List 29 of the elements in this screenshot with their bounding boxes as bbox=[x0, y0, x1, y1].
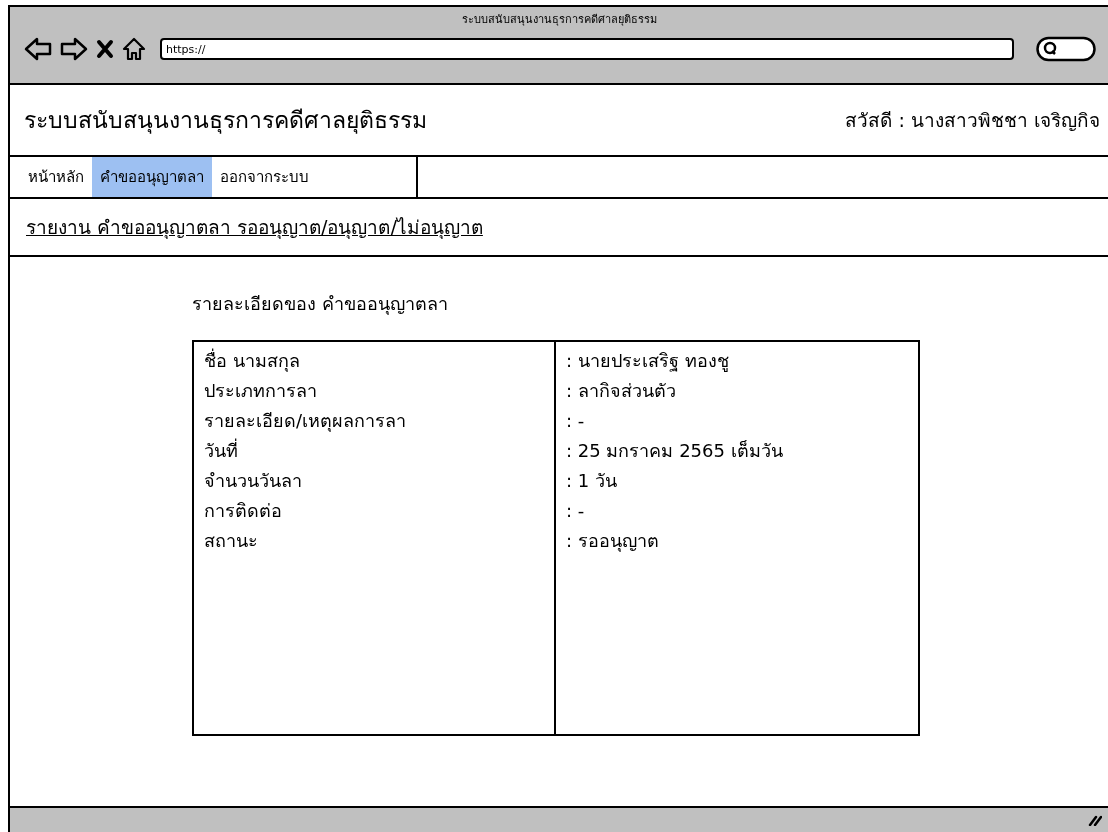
search-icon[interactable] bbox=[1036, 36, 1096, 62]
field-value: : รออนุญาต bbox=[566, 529, 660, 554]
section-heading: รายละเอียดของ คำขออนุญาตลา bbox=[192, 292, 449, 317]
field-label: ชื่อ นามสกุล bbox=[204, 347, 301, 374]
field-value: : นายประเสริฐ ทองชู bbox=[566, 349, 730, 374]
window-title: ระบบสนับสนุนงานธุรการคดีศาลยุติธรรม bbox=[461, 12, 657, 28]
resize-grip-icon[interactable] bbox=[1088, 814, 1102, 826]
field-value: : ลากิจส่วนตัว bbox=[566, 379, 677, 403]
url-field[interactable]: https:// bbox=[160, 38, 1014, 60]
field-value: : 1 วัน bbox=[566, 469, 618, 493]
site-title: ระบบสนับสนุนงานธุรการคดีศาลยุติธรรม bbox=[24, 106, 427, 136]
field-label: รายละเอียด/เหตุผลการลา bbox=[204, 409, 408, 434]
home-icon[interactable] bbox=[122, 37, 146, 61]
field-label: สถานะ bbox=[204, 529, 259, 553]
field-label: ประเภทการลา bbox=[204, 379, 318, 403]
greeting-text: สวัสดี : นางสาวพิชชา เจริญกิจ bbox=[845, 108, 1100, 133]
field-label: วันที่ bbox=[204, 437, 239, 463]
back-arrow-icon[interactable] bbox=[24, 37, 52, 61]
close-icon[interactable] bbox=[96, 39, 114, 59]
nav-tab[interactable]: ออกจากระบบ bbox=[212, 157, 317, 197]
field-value: : - bbox=[566, 499, 586, 523]
field-label: จำนวนวันลา bbox=[204, 469, 303, 493]
nav-tab[interactable]: คำขออนุญาตลา bbox=[92, 157, 212, 197]
report-link[interactable]: รายงาน คำขออนุญาตลา รออนุญาต/อนุญาต/ไม่อนุญาต bbox=[26, 212, 483, 242]
field-value: : 25 มกราคม 2565 เต็มวัน bbox=[566, 439, 784, 463]
nav-tab[interactable]: หน้าหลัก bbox=[20, 157, 92, 197]
field-value: : - bbox=[566, 409, 586, 433]
forward-arrow-icon[interactable] bbox=[60, 37, 88, 61]
field-label: การติดต่อ bbox=[204, 499, 283, 523]
